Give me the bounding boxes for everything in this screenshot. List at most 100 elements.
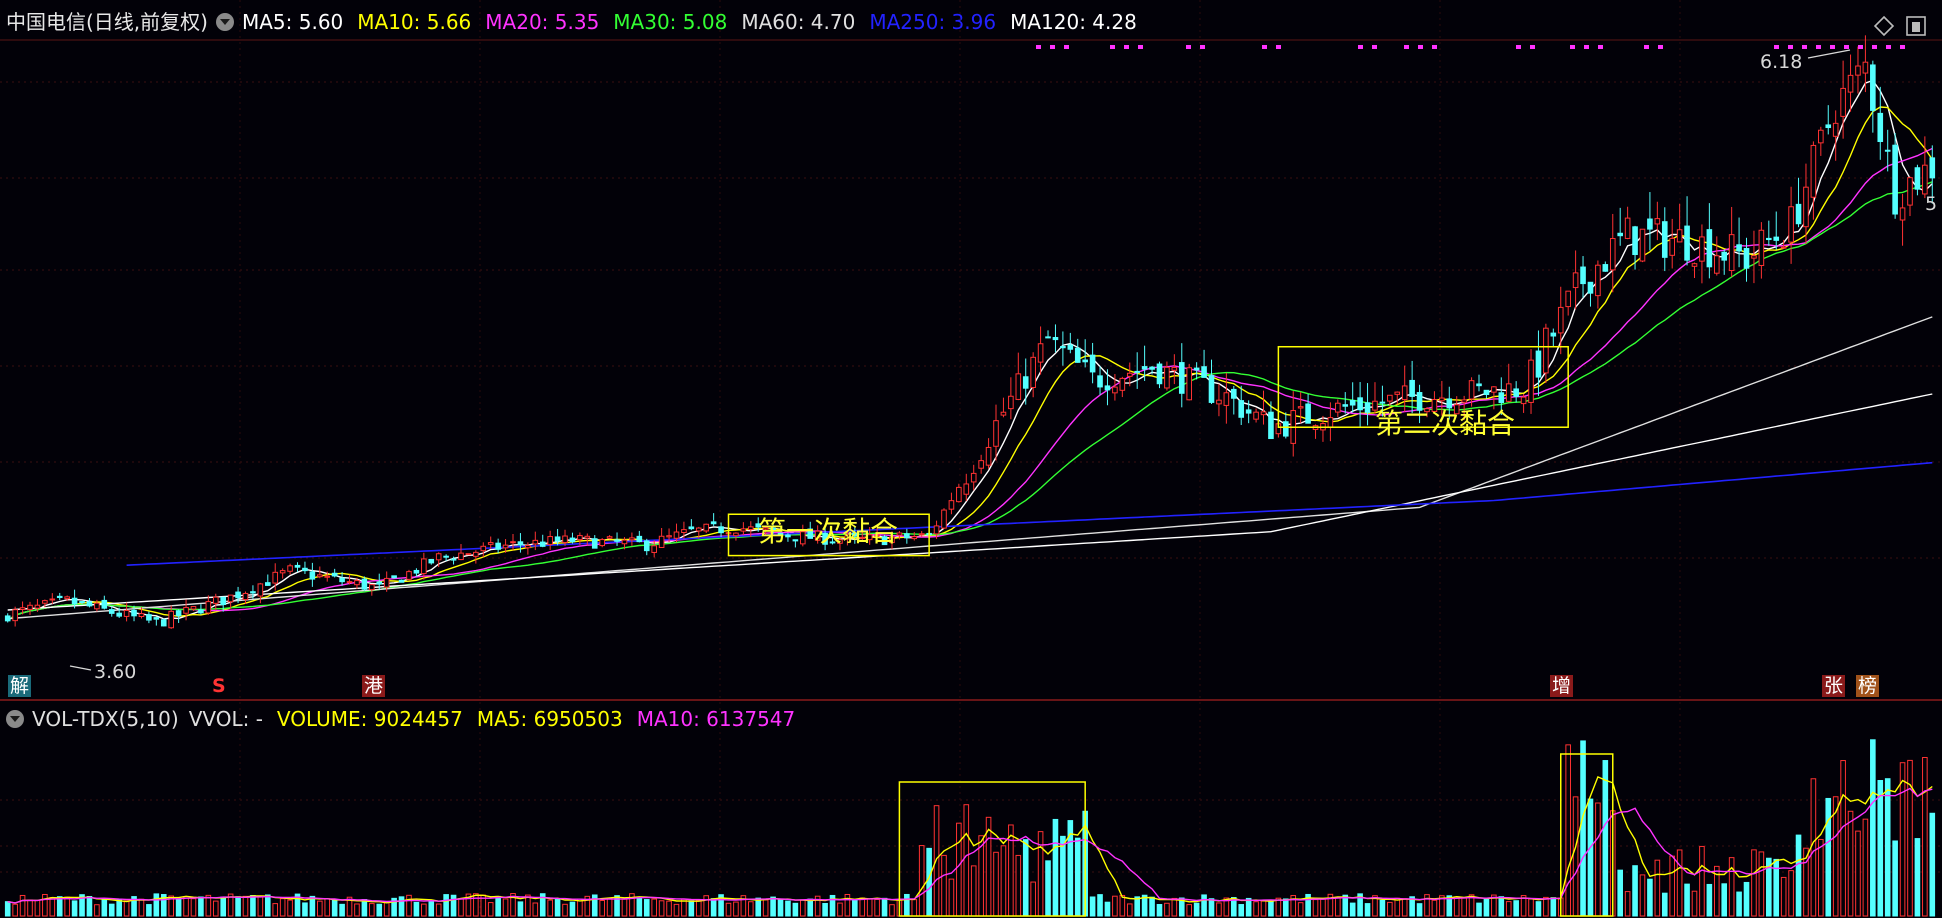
volume-bar (1320, 898, 1326, 917)
candle-body (1810, 144, 1817, 198)
candle-body (27, 604, 33, 610)
signal-dot (1872, 45, 1877, 49)
volume-bar (1929, 812, 1936, 917)
candle-body (428, 558, 435, 564)
candle-body (160, 619, 167, 627)
candle-body (1550, 332, 1557, 337)
volume-bar (1104, 901, 1111, 917)
volume-bar (212, 900, 219, 917)
candle-body (19, 607, 26, 610)
volume-bar (673, 903, 680, 917)
candle-body (1401, 385, 1408, 401)
candle-body (339, 577, 345, 583)
volume-bar (1000, 845, 1007, 917)
candle-body (369, 584, 375, 591)
candle-body (1357, 397, 1363, 411)
dropdown-icon[interactable] (6, 710, 24, 728)
candle-body (710, 521, 717, 525)
volume-bar (1394, 897, 1401, 917)
candle-body (993, 420, 999, 447)
tag-zeng[interactable]: 增 (1550, 675, 1574, 697)
volume-bar (1245, 897, 1252, 917)
volume-bar (1647, 878, 1653, 917)
volume-bar (257, 896, 264, 917)
low-marker-arrow (69, 665, 92, 671)
volume-bar (658, 900, 665, 917)
candle-body (227, 594, 234, 603)
candle-body (1067, 344, 1074, 350)
candle-body (747, 526, 754, 531)
volume-bar (1862, 818, 1869, 917)
volume-bar (874, 898, 880, 917)
volume-bar (64, 896, 70, 917)
volume-bar (1721, 883, 1728, 917)
volume-bar (108, 903, 115, 917)
candle-body (562, 535, 568, 543)
candle-body (1223, 392, 1230, 406)
volume-bar (993, 851, 999, 917)
candle-body (71, 597, 78, 605)
tag-bang[interactable]: 榜 (1856, 675, 1880, 697)
candle-body (264, 582, 271, 586)
volume-bar (1119, 894, 1126, 917)
candle-body (1230, 388, 1237, 399)
candle-body (361, 578, 368, 590)
tag-jie[interactable]: 解 (8, 675, 32, 697)
signal-dot (1802, 45, 1807, 49)
candle-body (643, 540, 650, 552)
volume-bar (34, 900, 41, 917)
candle-body (510, 541, 516, 544)
volume-bar (138, 898, 145, 917)
tag-zhang[interactable]: 张 (1822, 675, 1846, 697)
volume-bar (822, 902, 828, 917)
volume-bar (517, 901, 524, 917)
candle-body (681, 529, 687, 534)
candle-body (1557, 306, 1564, 334)
candle-body (1914, 167, 1921, 190)
volume-bar (1922, 757, 1928, 917)
right-edge-label: 5 (1925, 193, 1937, 215)
candle-body (1394, 391, 1401, 395)
candle-body (970, 472, 977, 483)
candle-body (985, 446, 992, 466)
volume-bar (71, 900, 78, 917)
candle-body (673, 531, 680, 539)
candle-body (272, 571, 279, 584)
candle-body (86, 601, 93, 607)
candle-body (1743, 247, 1750, 269)
candle-body (1216, 399, 1222, 405)
volume-bar (1565, 744, 1571, 917)
volume-bar (1193, 902, 1200, 917)
candle-body (279, 570, 286, 574)
signal-dot (1404, 45, 1409, 49)
candle-body (257, 583, 264, 597)
volume-bar (569, 901, 576, 917)
candle-body (1773, 236, 1780, 241)
volume-bar (1268, 900, 1274, 917)
volume-bar (1379, 899, 1386, 917)
candle-body (250, 591, 256, 594)
tag-s[interactable]: S (210, 675, 228, 697)
candle-body (1565, 290, 1571, 308)
candle-body (12, 609, 18, 622)
candle-body (1037, 343, 1044, 363)
candle-body (1364, 402, 1371, 413)
candle-body (116, 612, 122, 617)
volume-bar (1899, 762, 1906, 917)
volume-bar (970, 865, 977, 917)
candle-body (695, 527, 702, 532)
volume-bar (1498, 896, 1505, 917)
candle-body (1818, 129, 1824, 144)
candle-body (532, 539, 539, 545)
signal-dot (1276, 45, 1281, 49)
candle-body (391, 575, 397, 579)
tag-gang[interactable]: 港 (362, 675, 386, 697)
volume-bar (56, 896, 63, 917)
volume-bar (532, 902, 539, 917)
candle-body (324, 575, 331, 578)
candle-body (1297, 406, 1304, 409)
volume-bar (1654, 859, 1661, 917)
candle-body (346, 581, 353, 584)
candle-body (1468, 380, 1475, 400)
candle-body (1097, 375, 1103, 388)
